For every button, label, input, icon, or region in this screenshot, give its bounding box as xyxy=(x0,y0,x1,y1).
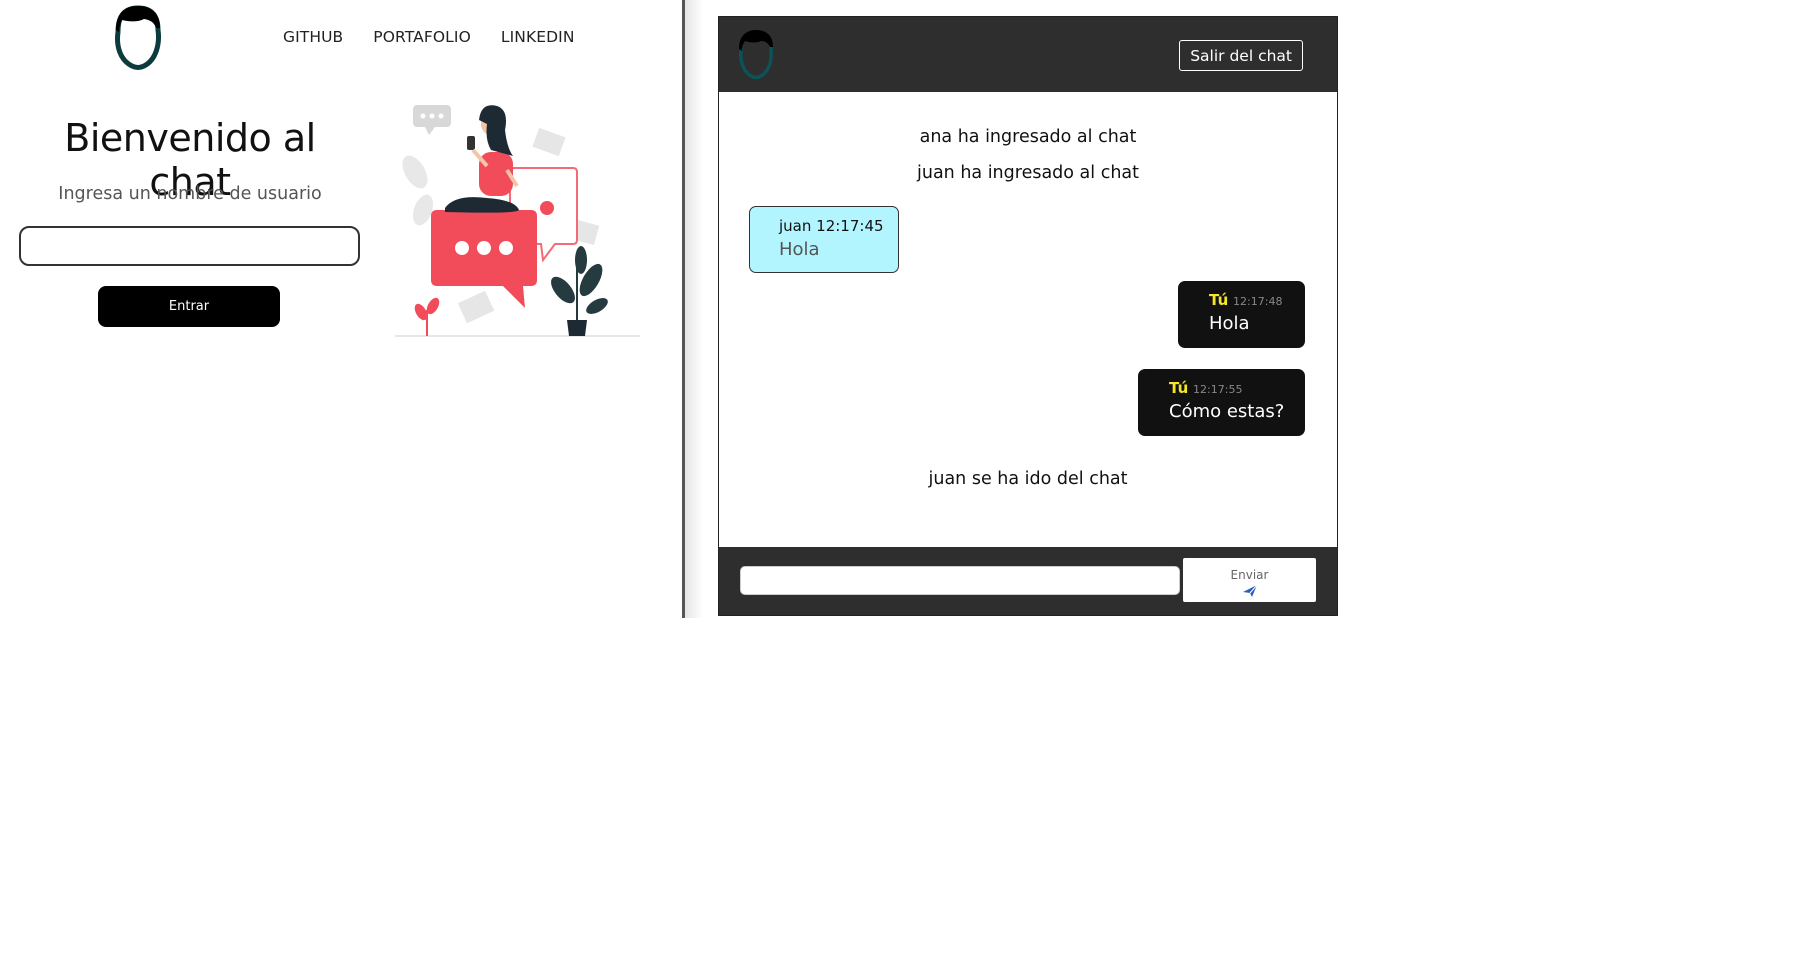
exit-chat-button[interactable]: Salir del chat xyxy=(1179,40,1303,71)
message-author: juan xyxy=(779,217,812,235)
send-arrow-icon xyxy=(1242,584,1257,597)
message-time: 12:17:45 xyxy=(816,217,884,235)
nav-portfolio-link[interactable]: PORTAFOLIO xyxy=(373,28,471,46)
chat-window: Salir del chat ana ha ingresado al chat … xyxy=(718,16,1338,616)
message-meta: Tú 12:17:48 xyxy=(1209,291,1305,309)
system-message: ana ha ingresado al chat xyxy=(919,127,1137,147)
message-list: ana ha ingresado al chat juan ha ingresa… xyxy=(719,92,1337,547)
username-prompt: Ingresa un nombre de usuario xyxy=(58,184,322,204)
face-logo-icon xyxy=(739,30,773,80)
send-button[interactable]: Enviar xyxy=(1183,558,1316,602)
panel-divider-shadow xyxy=(685,0,703,618)
message-author: Tú xyxy=(1169,379,1189,397)
message-time: 12:17:48 xyxy=(1233,295,1283,308)
top-nav: GITHUB PORTAFOLIO LINKEDIN xyxy=(283,28,575,46)
nav-linkedin-link[interactable]: LINKEDIN xyxy=(501,28,575,46)
face-logo-icon[interactable] xyxy=(110,4,166,72)
message-bubble-other: juan 12:17:45 Hola xyxy=(749,206,899,273)
message-bubble-mine: Tú 12:17:48 Hola xyxy=(1178,281,1305,348)
login-panel: GITHUB PORTAFOLIO LINKEDIN Bienvenido al… xyxy=(0,0,682,618)
message-bubble-mine: Tú 12:17:55 Cómo estas? xyxy=(1138,369,1305,436)
message-meta: Tú 12:17:55 xyxy=(1169,379,1305,397)
enter-button[interactable]: Entrar xyxy=(98,286,280,327)
system-message: juan se ha ido del chat xyxy=(928,469,1128,489)
message-text: Hola xyxy=(1209,313,1250,334)
message-text: Hola xyxy=(779,239,820,260)
message-time: 12:17:55 xyxy=(1193,383,1243,396)
send-label: Enviar xyxy=(1230,568,1269,582)
chat-footer: Enviar xyxy=(719,547,1337,615)
chat-illustration xyxy=(395,105,640,337)
chat-header: Salir del chat xyxy=(719,17,1337,92)
message-meta: juan 12:17:45 xyxy=(779,217,898,235)
username-input[interactable] xyxy=(19,226,360,266)
nav-github-link[interactable]: GITHUB xyxy=(283,28,343,46)
message-author: Tú xyxy=(1209,291,1229,309)
system-message: juan ha ingresado al chat xyxy=(916,163,1139,183)
message-input[interactable] xyxy=(740,566,1180,595)
message-text: Cómo estas? xyxy=(1169,401,1285,422)
